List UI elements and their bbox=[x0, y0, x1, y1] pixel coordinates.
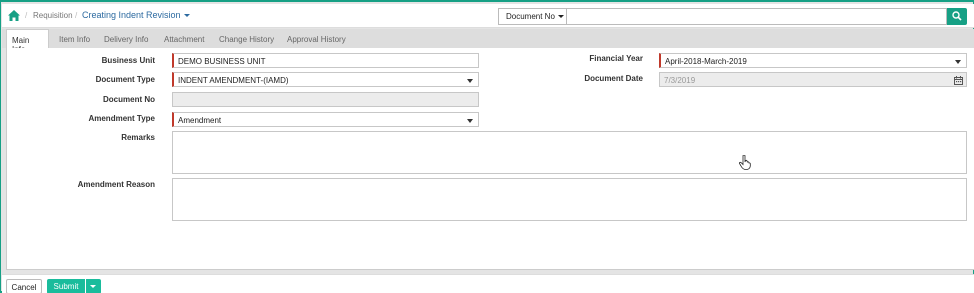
financial-year-value: April-2018-March-2019 bbox=[665, 57, 747, 66]
chevron-down-icon bbox=[183, 14, 190, 18]
business-unit-label: Business Unit bbox=[101, 56, 155, 65]
document-no-field bbox=[172, 92, 479, 107]
home-icon[interactable] bbox=[8, 10, 20, 21]
page-title: Creating Indent Revision bbox=[82, 10, 181, 20]
search-button[interactable] bbox=[947, 8, 967, 25]
tab-main-info[interactable]: Main Info bbox=[6, 29, 49, 54]
document-date-value: 7/3/2019 bbox=[664, 76, 696, 85]
page-title-dropdown[interactable]: Creating Indent Revision bbox=[82, 10, 190, 20]
breadcrumb-separator: / bbox=[75, 11, 78, 20]
financial-year-label: Financial Year bbox=[589, 54, 643, 63]
tab-item-info[interactable]: Item Info bbox=[59, 29, 90, 48]
top-bar: / Requisition / Creating Indent Revision… bbox=[2, 4, 974, 28]
calendar-icon[interactable] bbox=[954, 76, 963, 85]
amendment-type-label: Amendment Type bbox=[88, 114, 155, 123]
chevron-down-icon bbox=[90, 285, 96, 288]
tab-delivery-info[interactable]: Delivery Info bbox=[104, 29, 148, 48]
app-frame: / Requisition / Creating Indent Revision… bbox=[0, 0, 974, 293]
amendment-reason-label: Amendment Reason bbox=[77, 180, 155, 189]
document-type-label: Document Type bbox=[95, 75, 155, 84]
submit-button[interactable]: Submit bbox=[47, 279, 85, 293]
action-bar: Cancel Submit bbox=[2, 274, 974, 293]
amendment-type-value: Amendment bbox=[178, 116, 222, 125]
search-type-label: Document No bbox=[506, 12, 555, 21]
tab-approval-history[interactable]: Approval History bbox=[287, 29, 346, 48]
chevron-down-icon bbox=[467, 79, 473, 83]
chevron-down-icon bbox=[955, 60, 961, 64]
search-type-select[interactable]: Document No bbox=[498, 8, 567, 25]
document-date-field: 7/3/2019 bbox=[659, 72, 967, 87]
search-icon bbox=[952, 11, 962, 21]
tab-bar: Main Info Item Info Delivery Info Attach… bbox=[2, 29, 974, 54]
chevron-down-icon bbox=[467, 119, 473, 123]
business-unit-value: DEMO BUSINESS UNIT bbox=[178, 57, 266, 66]
submit-options-button[interactable] bbox=[86, 279, 101, 293]
document-type-value: INDENT AMENDMENT-(IAMD) bbox=[178, 76, 289, 85]
tab-change-history[interactable]: Change History bbox=[219, 29, 274, 48]
breadcrumb-separator: / bbox=[25, 11, 28, 20]
chevron-down-icon bbox=[557, 15, 564, 19]
tab-attachment[interactable]: Attachment bbox=[164, 29, 204, 48]
hand-cursor-icon bbox=[739, 155, 751, 170]
financial-year-select[interactable]: April-2018-March-2019 bbox=[659, 53, 967, 68]
cancel-button[interactable]: Cancel bbox=[6, 279, 42, 293]
business-unit-field[interactable]: DEMO BUSINESS UNIT bbox=[172, 53, 479, 68]
amendment-type-select[interactable]: Amendment bbox=[172, 112, 479, 127]
remarks-label: Remarks bbox=[121, 133, 155, 142]
document-date-label: Document Date bbox=[584, 74, 643, 83]
amendment-reason-textarea[interactable] bbox=[172, 178, 967, 221]
document-type-select[interactable]: INDENT AMENDMENT-(IAMD) bbox=[172, 72, 479, 87]
remarks-textarea[interactable] bbox=[172, 131, 967, 174]
breadcrumb-requisition[interactable]: Requisition bbox=[33, 11, 73, 20]
search-input[interactable] bbox=[567, 8, 947, 25]
document-no-label: Document No bbox=[103, 95, 155, 104]
